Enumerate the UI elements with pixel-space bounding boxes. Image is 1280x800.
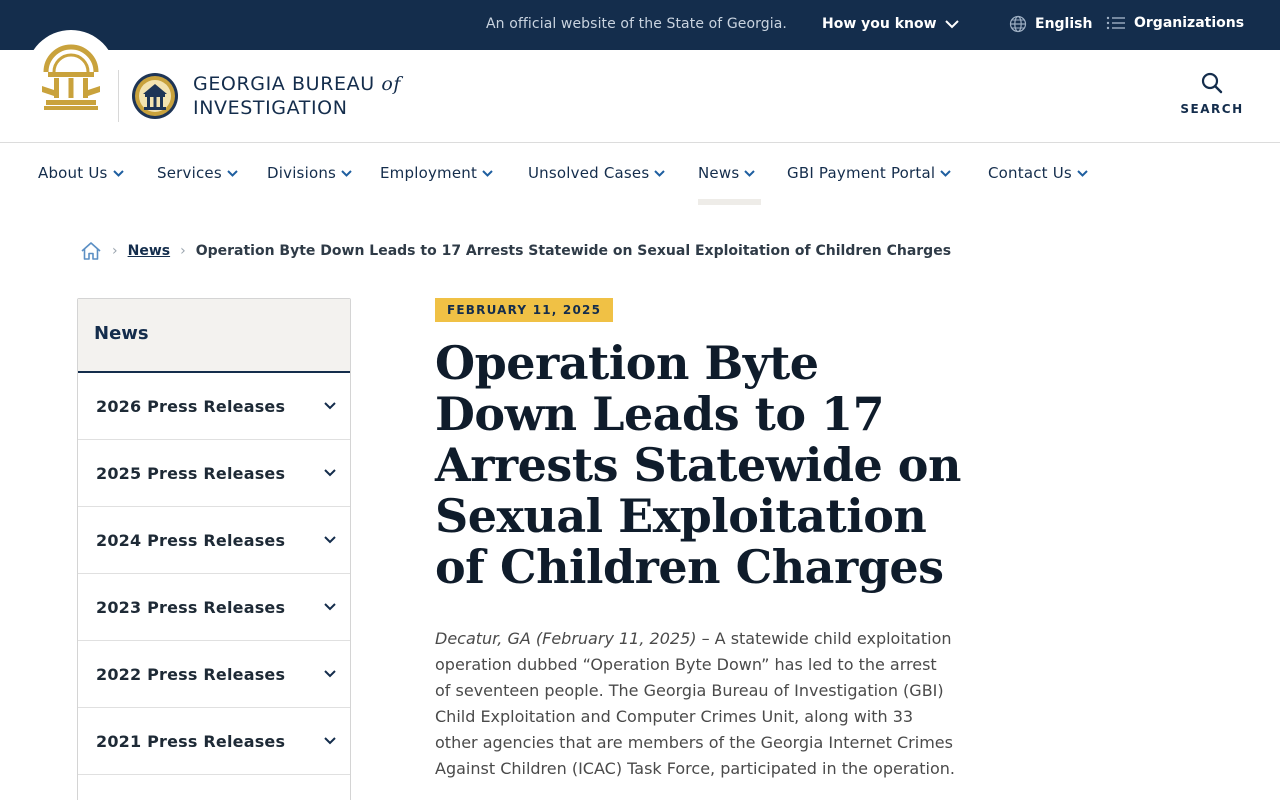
official-website-text: An official website of the State of Geor… [486, 16, 787, 32]
chevron-down-icon [744, 169, 756, 177]
agency-name-of: of [381, 73, 402, 95]
official-banner: An official website of the State of Geor… [0, 0, 1280, 50]
nav-item-label: GBI Payment Portal [787, 164, 936, 182]
sidebar-item-2025-press-releases[interactable]: 2025 Press Releases [78, 440, 350, 507]
nav-active-indicator [698, 199, 761, 205]
site-header: GEORGIA BUREAU of INVESTIGATION SEARCH [0, 30, 1280, 143]
sidebar-item-2026-press-releases[interactable]: 2026 Press Releases [78, 373, 350, 440]
chevron-down-icon [324, 737, 336, 745]
nav-item-label: News [698, 164, 740, 182]
news-sidebar: News 2026 Press Releases 2025 Press Rele… [77, 298, 351, 800]
nav-item-gbi-payment-portal[interactable]: GBI Payment Portal [787, 164, 951, 182]
agency-name[interactable]: GEORGIA BUREAU of INVESTIGATION [193, 72, 401, 120]
chevron-down-icon [112, 169, 124, 177]
nav-item-label: Services [157, 164, 222, 182]
organizations-button[interactable]: Organizations [1106, 15, 1244, 31]
main-navigation: About Us Services Divisions Employment U… [0, 143, 1280, 207]
chevron-down-icon [654, 169, 666, 177]
sidebar-item-2024-press-releases[interactable]: 2024 Press Releases [78, 507, 350, 574]
chevron-down-icon [324, 469, 336, 477]
how-you-know-label: How you know [822, 16, 937, 32]
search-button[interactable]: SEARCH [1180, 72, 1244, 116]
language-selector[interactable]: English [1009, 15, 1092, 33]
agency-name-line1: GEORGIA BUREAU [193, 73, 375, 95]
sidebar-item-label: 2024 Press Releases [96, 530, 286, 550]
chevron-down-icon [324, 402, 336, 410]
chevron-down-icon [944, 19, 959, 29]
chevron-down-icon [227, 169, 238, 177]
chevron-down-icon [1077, 169, 1088, 177]
home-icon[interactable] [80, 241, 102, 261]
organizations-label: Organizations [1134, 15, 1245, 31]
breadcrumb-link-news[interactable]: News [128, 243, 170, 259]
georgia-seal-logo[interactable] [26, 30, 116, 120]
sidebar-heading[interactable]: News [78, 299, 350, 373]
nav-item-divisions[interactable]: Divisions [267, 164, 352, 182]
language-label: English [1035, 16, 1093, 32]
nav-item-label: About Us [38, 164, 108, 182]
nav-item-label: Contact Us [988, 164, 1072, 182]
sidebar-item-label: 2023 Press Releases [96, 597, 286, 617]
breadcrumb-separator: › [112, 243, 118, 259]
nav-item-unsolved-cases[interactable]: Unsolved Cases [528, 164, 666, 182]
breadcrumb: › News › Operation Byte Down Leads to 17… [80, 241, 951, 261]
nav-item-about-us[interactable]: About Us [38, 164, 124, 182]
how-you-know-button[interactable]: How you know [822, 16, 959, 32]
chevron-down-icon [324, 670, 336, 678]
article-body-text: – A statewide child exploitation operati… [435, 629, 955, 778]
breadcrumb-current: Operation Byte Down Leads to 17 Arrests … [195, 243, 952, 259]
article-date-badge: FEBRUARY 11, 2025 [435, 298, 614, 322]
article-dateline: Decatur, GA (February 11, 2025) [435, 629, 697, 648]
chevron-down-icon [482, 169, 493, 177]
nav-item-label: Employment [380, 164, 478, 182]
breadcrumb-separator: › [180, 243, 186, 259]
sidebar-item-2022-press-releases[interactable]: 2022 Press Releases [78, 641, 350, 708]
gbi-badge-icon [132, 73, 178, 119]
nav-item-news[interactable]: News [698, 164, 756, 182]
chevron-down-icon [341, 169, 352, 177]
nav-item-employment[interactable]: Employment [380, 164, 493, 182]
georgia-seal-icon [42, 44, 100, 110]
nav-item-services[interactable]: Services [157, 164, 238, 182]
article-body: Decatur, GA (February 11, 2025) – A stat… [435, 626, 957, 782]
sidebar-item-label: 2022 Press Releases [96, 664, 286, 684]
nav-item-contact-us[interactable]: Contact Us [988, 164, 1088, 182]
sidebar-item-2023-press-releases[interactable]: 2023 Press Releases [78, 574, 350, 641]
gbi-seal-logo[interactable] [131, 70, 179, 122]
search-icon [1201, 72, 1223, 94]
globe-icon [1009, 15, 1027, 33]
agency-name-line2: INVESTIGATION [193, 97, 348, 119]
list-icon [1106, 15, 1126, 31]
chevron-down-icon [324, 603, 336, 611]
sidebar-item-label: 2026 Press Releases [96, 396, 286, 416]
nav-item-label: Divisions [267, 164, 337, 182]
search-label: SEARCH [1180, 102, 1244, 116]
chevron-down-icon [940, 169, 951, 177]
sidebar-item-label: 2025 Press Releases [96, 463, 286, 483]
chevron-down-icon [324, 536, 336, 544]
article-title: Operation Byte Down Leads to 17 Arrests … [435, 336, 961, 594]
logo-divider [118, 70, 119, 122]
sidebar-item-2021-press-releases[interactable]: 2021 Press Releases [78, 708, 350, 775]
sidebar-item-label: 2021 Press Releases [96, 731, 286, 751]
nav-item-label: Unsolved Cases [528, 164, 650, 182]
